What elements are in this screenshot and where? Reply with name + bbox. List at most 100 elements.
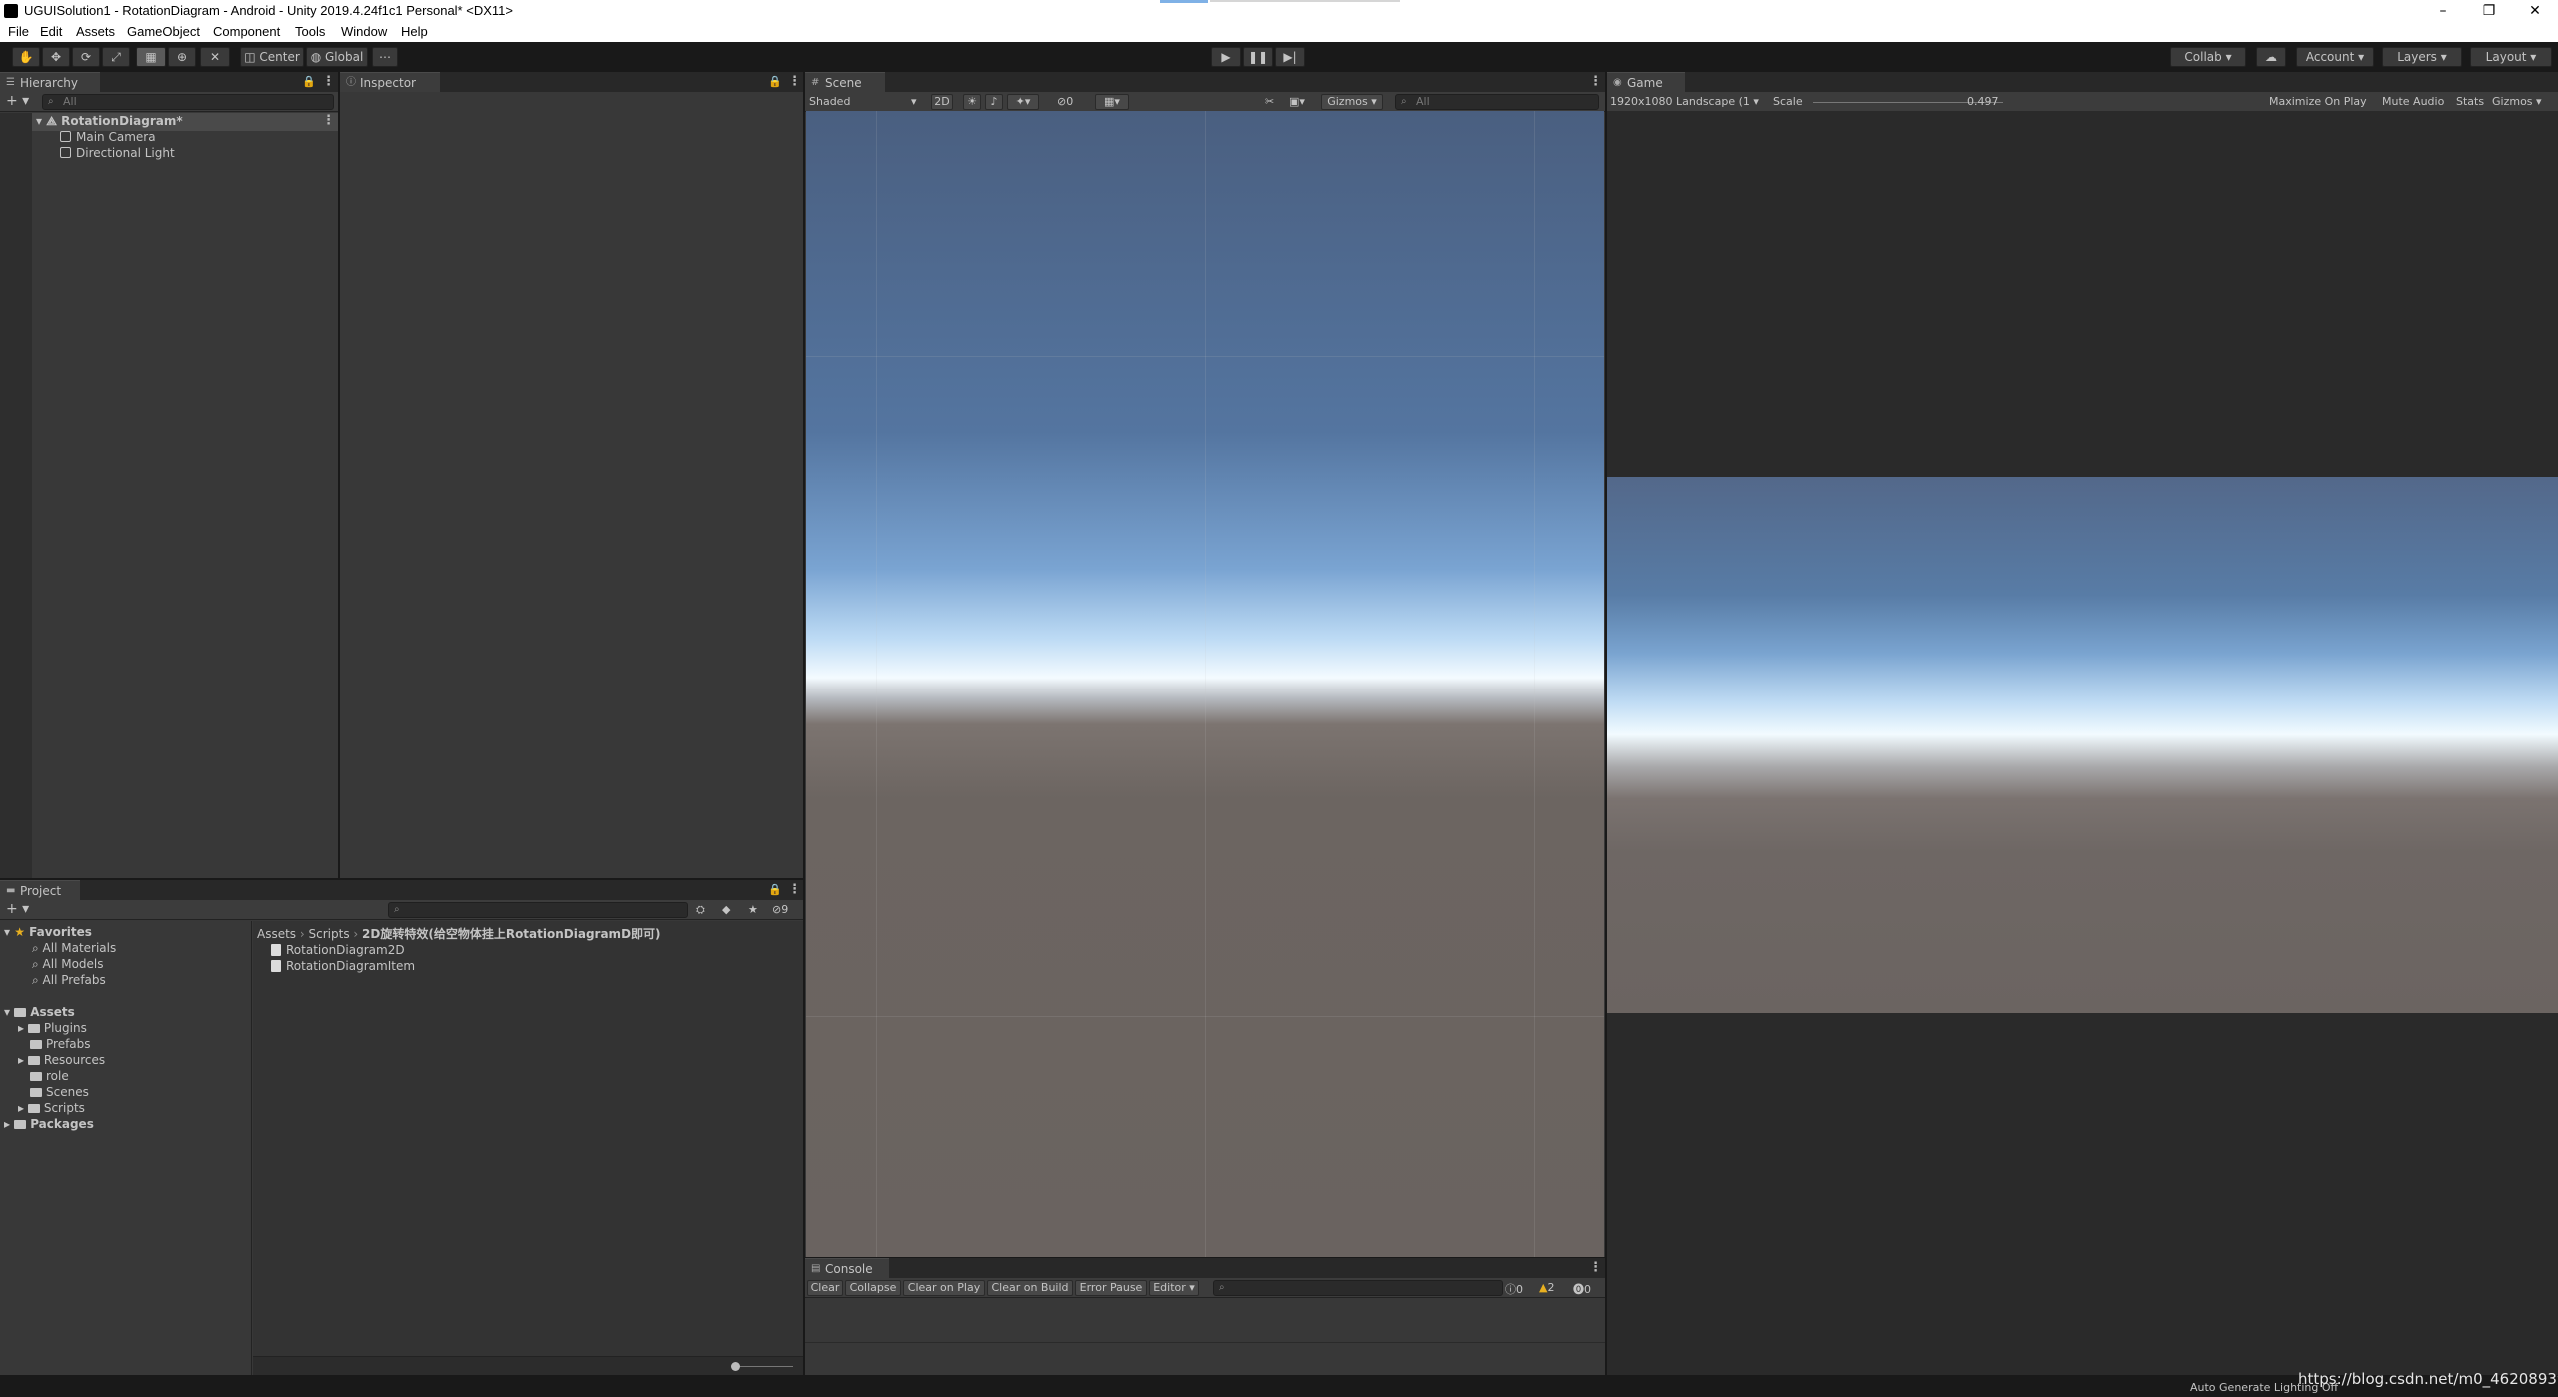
- play-button[interactable]: ▶: [1211, 47, 1241, 67]
- breadcrumb-current-folder[interactable]: 2D旋转特效(给空物体挂上RotationDiagramD即可): [362, 927, 660, 941]
- tab-scene[interactable]: # Scene: [805, 72, 885, 92]
- project-search-input[interactable]: ⌕: [388, 902, 688, 918]
- tree-folder-item[interactable]: ▸ Plugins: [18, 1021, 87, 1035]
- menu-tools[interactable]: Tools: [295, 24, 325, 39]
- tree-folder-item[interactable]: Prefabs: [30, 1037, 91, 1051]
- panel-menu-icon[interactable]: ⋮: [1589, 74, 1602, 89]
- step-button[interactable]: ▶|: [1275, 47, 1305, 67]
- hierarchy-item-main-camera[interactable]: Main Camera: [60, 130, 156, 144]
- tree-favorite-item[interactable]: ⌕ All Models: [32, 957, 104, 972]
- collab-button[interactable]: Collab ▾: [2170, 47, 2246, 67]
- maximize-on-play-toggle[interactable]: Maximize On Play: [2269, 95, 2367, 108]
- lock-icon[interactable]: 🔒: [768, 75, 782, 88]
- file-item[interactable]: RotationDiagramItem: [271, 959, 415, 973]
- tree-favorites[interactable]: ▾ ★ Favorites: [4, 925, 92, 939]
- rect-tool-icon[interactable]: ▦: [136, 47, 166, 67]
- tree-folder-item[interactable]: Scenes: [30, 1085, 89, 1099]
- console-editor-dropdown[interactable]: Editor ▾: [1149, 1280, 1199, 1296]
- menu-file[interactable]: File: [8, 24, 29, 39]
- move-tool-icon[interactable]: ✥: [42, 47, 70, 67]
- transform-tool-icon[interactable]: ⊕: [168, 47, 196, 67]
- grid-toggle-icon[interactable]: ▦▾: [1095, 94, 1129, 110]
- pause-button[interactable]: ❚❚: [1243, 47, 1273, 67]
- game-gizmos-dropdown[interactable]: Gizmos ▾: [2492, 95, 2542, 108]
- panel-menu-icon[interactable]: ⋮: [788, 74, 801, 89]
- console-error-pause-button[interactable]: Error Pause: [1075, 1280, 1147, 1296]
- custom-tool-icon[interactable]: ✕: [200, 47, 230, 67]
- layers-dropdown[interactable]: Layers ▾: [2382, 47, 2462, 67]
- account-dropdown[interactable]: Account ▾: [2296, 47, 2374, 67]
- tree-favorite-item[interactable]: ⌕ All Materials: [32, 941, 116, 956]
- icon-size-slider-track[interactable]: [733, 1366, 793, 1367]
- console-clear-button[interactable]: Clear: [807, 1280, 843, 1296]
- console-clear-on-play-button[interactable]: Clear on Play: [903, 1280, 985, 1296]
- panel-menu-icon[interactable]: ⋮: [788, 882, 801, 897]
- scene-search-input[interactable]: ⌕ All: [1395, 94, 1599, 110]
- 2d-toggle[interactable]: 2D: [931, 94, 953, 110]
- scene-viewport[interactable]: [806, 111, 1604, 1257]
- stats-toggle[interactable]: Stats: [2456, 95, 2484, 108]
- tab-hierarchy[interactable]: ☰ Hierarchy: [0, 72, 100, 92]
- project-create-button[interactable]: + ▾: [6, 901, 29, 917]
- console-info-count[interactable]: ⓘ0: [1505, 1281, 1523, 1297]
- file-item[interactable]: RotationDiagram2D: [271, 943, 405, 957]
- minimize-button[interactable]: –: [2420, 0, 2466, 22]
- tree-folder-item[interactable]: role: [30, 1069, 69, 1083]
- layout-dropdown[interactable]: Layout ▾: [2470, 47, 2552, 67]
- hierarchy-item-directional-light[interactable]: Directional Light: [60, 146, 175, 160]
- create-button[interactable]: + ▾: [6, 93, 29, 109]
- menu-window[interactable]: Window: [341, 24, 387, 39]
- panel-menu-icon[interactable]: ⋮: [322, 74, 335, 89]
- menu-component[interactable]: Component: [213, 24, 280, 39]
- favorite-star-icon[interactable]: ★: [748, 903, 758, 916]
- game-viewport[interactable]: [1607, 111, 2558, 1375]
- icon-size-slider-handle[interactable]: [731, 1362, 740, 1371]
- menu-edit[interactable]: Edit: [40, 24, 62, 39]
- console-collapse-button[interactable]: Collapse: [845, 1280, 901, 1296]
- breadcrumb-scripts[interactable]: Scripts: [309, 927, 350, 941]
- lighting-icon[interactable]: ☀: [963, 94, 981, 110]
- cloud-icon[interactable]: ☁: [2256, 47, 2286, 67]
- console-clear-on-build-button[interactable]: Clear on Build: [987, 1280, 1073, 1296]
- scale-tool-icon[interactable]: ⤢: [102, 47, 130, 67]
- tree-folder-item[interactable]: ▸ Scripts: [18, 1101, 85, 1115]
- audio-icon[interactable]: ♪: [985, 94, 1003, 110]
- pivot-global-button[interactable]: ◍ Global: [306, 47, 368, 67]
- tab-console[interactable]: ▤ Console: [805, 1258, 889, 1278]
- rotate-tool-icon[interactable]: ⟳: [72, 47, 100, 67]
- console-error-count[interactable]: ⓿0: [1573, 1281, 1591, 1297]
- menu-assets[interactable]: Assets: [76, 24, 115, 39]
- gizmos-dropdown[interactable]: Gizmos ▾: [1321, 94, 1383, 110]
- mute-audio-toggle[interactable]: Mute Audio: [2382, 95, 2444, 108]
- breadcrumb-assets[interactable]: Assets: [257, 927, 296, 941]
- panel-menu-icon[interactable]: ⋮: [1589, 1260, 1602, 1275]
- camera-dropdown-icon[interactable]: ▣▾: [1289, 95, 1305, 108]
- tree-packages[interactable]: ▸ Packages: [4, 1117, 94, 1131]
- tab-inspector[interactable]: ⓘ Inspector: [340, 72, 440, 92]
- search-by-type-icon[interactable]: ⛭: [696, 903, 705, 917]
- console-warning-count[interactable]: ▲2: [1539, 1281, 1554, 1294]
- restore-button[interactable]: ❐: [2466, 0, 2512, 22]
- lock-icon[interactable]: 🔒: [302, 75, 316, 88]
- search-by-label-icon[interactable]: ◆: [722, 903, 730, 916]
- hand-tool-icon[interactable]: ✋: [12, 47, 40, 67]
- tools-icon[interactable]: ✂: [1265, 95, 1274, 108]
- tree-assets[interactable]: ▾ Assets: [4, 1005, 75, 1019]
- menu-help[interactable]: Help: [401, 24, 428, 39]
- hidden-objects-count[interactable]: ⊘0: [1057, 95, 1073, 108]
- tab-project[interactable]: ▬ Project: [0, 880, 80, 900]
- pivot-center-button[interactable]: ◫ Center: [240, 47, 304, 67]
- effects-icon[interactable]: ✦▾: [1007, 94, 1039, 110]
- resolution-dropdown[interactable]: 1920x1080 Landscape (1 ▾: [1610, 95, 1759, 108]
- close-button[interactable]: ✕: [2512, 0, 2558, 22]
- hierarchy-search-input[interactable]: ⌕ All: [42, 94, 334, 110]
- scene-menu-icon[interactable]: ⋮: [322, 113, 335, 128]
- tree-favorite-item[interactable]: ⌕ All Prefabs: [32, 973, 106, 988]
- snap-icon[interactable]: ⋯: [372, 47, 398, 67]
- scene-row[interactable]: ▾ ⟁ RotationDiagram* ⋮: [32, 113, 338, 131]
- lock-icon[interactable]: 🔒: [768, 883, 782, 896]
- menu-gameobject[interactable]: GameObject: [127, 24, 200, 39]
- shading-mode-dropdown[interactable]: Shaded: [809, 95, 850, 108]
- tree-folder-item[interactable]: ▸ Resources: [18, 1053, 105, 1067]
- console-search-input[interactable]: ⌕: [1213, 1280, 1503, 1296]
